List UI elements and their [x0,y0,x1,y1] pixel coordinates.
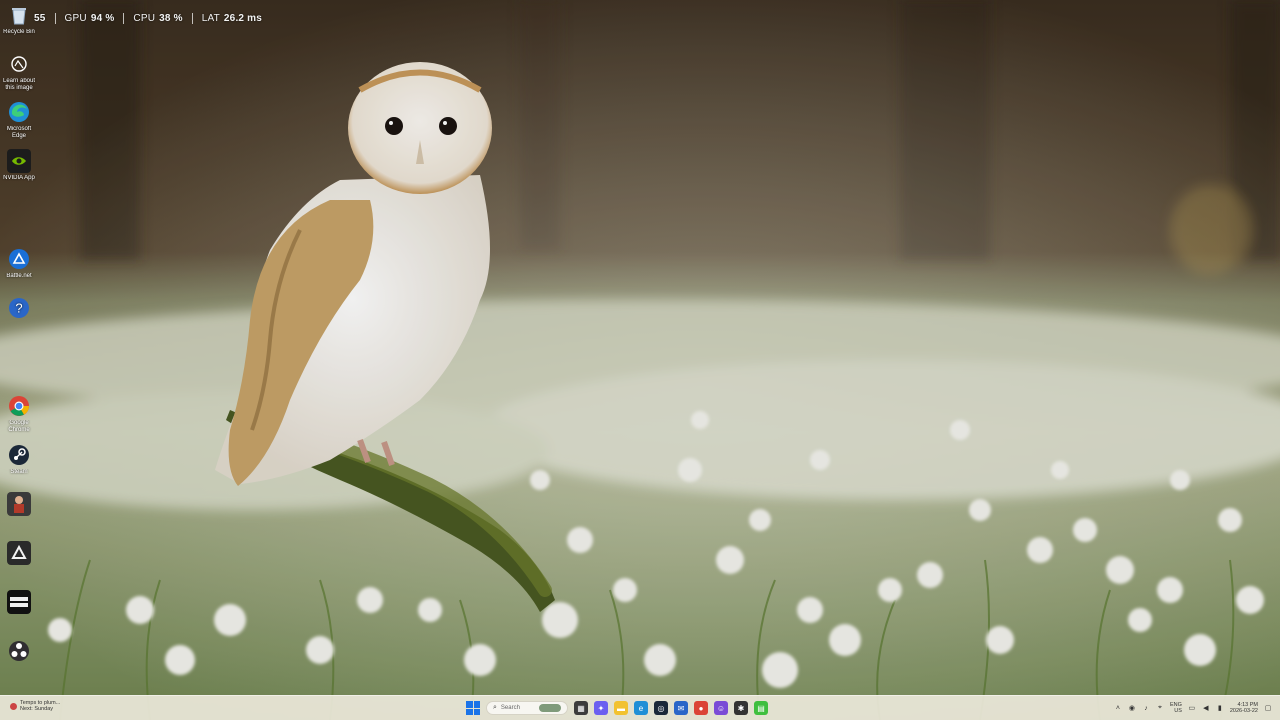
desktop-icon-label: Recycle Bin [3,29,35,35]
search-highlight-icon [539,704,561,712]
desktop-icon-label: Steam [10,469,28,475]
microphone-icon[interactable]: ♪ [1142,704,1150,712]
search-icon: ⌕ [493,704,497,711]
desktop-icon-game[interactable] [0,492,38,518]
cpu-readout: CPU 38 % [124,12,193,24]
desktop-icon-label: Battle.net [6,273,32,279]
latency-readout: LAT 26.2 ms [193,13,271,24]
battery-icon[interactable]: ▮ [1216,704,1224,712]
performance-overlay: 55 GPU 94 % CPU 38 % LAT 26.2 ms [32,10,271,26]
language-indicator[interactable]: ENG US [1170,702,1182,714]
desktop-icon-nvidia[interactable]: NVIDIA App [0,149,38,182]
svg-text:?: ? [15,301,22,316]
steam-icon [7,443,31,467]
recycle-bin-icon [7,3,31,27]
taskbar-apps: ⌕ Search ▦ ✦ ▬ e ◎ ✉ ● ☺ ✱ ▤ [466,698,768,718]
spreadsheet-taskbar-icon[interactable]: ▤ [754,701,768,715]
desktop-icon-label: Learn about this image [2,78,36,91]
mail-taskbar-icon[interactable]: ✉ [674,701,688,715]
weather-alert-icon [10,702,17,710]
location-icon[interactable]: ⌖ [1156,704,1164,712]
desktop-icon-app[interactable] [0,541,38,567]
desktop-icon-battlenet[interactable]: Battle.net [0,247,38,280]
cpu-value: 38 % [159,12,183,24]
copilot-icon[interactable]: ✦ [594,701,608,715]
app-icon [7,541,31,565]
desktop-icon-obs[interactable] [0,639,38,665]
battlenet-icon [7,247,31,271]
monitor-icon[interactable]: ▭ [1188,704,1196,712]
desktop-icon-help[interactable]: ? [0,296,38,322]
windows-start-icon[interactable] [466,701,480,715]
cpu-label: CPU [133,12,156,24]
desktop-icon-recycle-bin[interactable]: Recycle Bin [0,3,38,36]
gpu-value: 94 % [90,12,115,24]
lat-value: 26.2 ms [223,12,263,24]
chrome-icon [7,394,31,418]
desktop-icon-learn-image[interactable]: Learn about this image [0,52,38,92]
notification-icon[interactable]: ▢ [1264,704,1272,712]
call-of-duty-icon [7,590,31,614]
chrome-taskbar-icon[interactable]: ● [694,701,708,715]
taskbar: Temps to plum... Next: Sunday ⌕ Search ▦… [0,695,1280,720]
gpu-label: GPU [64,12,87,24]
tray-app-icon[interactable]: ◉ [1128,704,1136,712]
taskbar-clock[interactable]: 4:13 PM 2026-03-22 [1230,702,1258,714]
help-icon: ? [7,296,31,320]
chevron-up-icon[interactable]: ˄ [1114,704,1122,712]
file-explorer-icon[interactable]: ▬ [614,701,628,715]
search-placeholder: Search [500,705,520,711]
weather-line2: Next: Sunday [20,706,54,712]
desktop-icon-label: Google Chrome [8,420,30,433]
desktop-icon-chrome[interactable]: Google Chrome [0,394,38,434]
task-view-icon[interactable]: ▦ [574,701,588,715]
gpu-readout: GPU 94 % [56,12,125,24]
game-icon [7,492,31,516]
app-taskbar-icon[interactable]: ✱ [734,701,748,715]
desktop-icon-call-of-duty[interactable] [0,590,38,616]
desktop-icon-label: NVIDIA App [3,175,35,181]
nvidia-icon [7,149,31,173]
lat-label: LAT [201,12,220,24]
edge-taskbar-icon[interactable]: e [634,701,648,715]
obs-icon [7,639,31,663]
wallpaper-dim-overlay [0,0,1280,720]
volume-icon[interactable]: ◀ [1202,704,1210,712]
system-tray: ˄ ◉ ♪ ⌖ ENG US ▭ ◀ ▮ 4:13 PM 2026-03-22 … [1114,698,1272,718]
desktop-icon-label: Microsoft Edge [6,126,32,139]
desktop-icon-steam[interactable]: Steam [0,443,38,476]
lang-line2: US [1174,708,1182,714]
desktop-icon-edge[interactable]: Microsoft Edge [0,100,38,140]
discord-taskbar-icon[interactable]: ☺ [714,701,728,715]
taskbar-search-box[interactable]: ⌕ Search [486,701,568,715]
edge-icon [7,100,31,124]
clock-date: 2026-03-22 [1229,708,1258,714]
steam-taskbar-icon[interactable]: ◎ [654,701,668,715]
weather-widget[interactable]: Temps to plum... Next: Sunday [10,700,60,712]
camera-icon [7,52,31,76]
